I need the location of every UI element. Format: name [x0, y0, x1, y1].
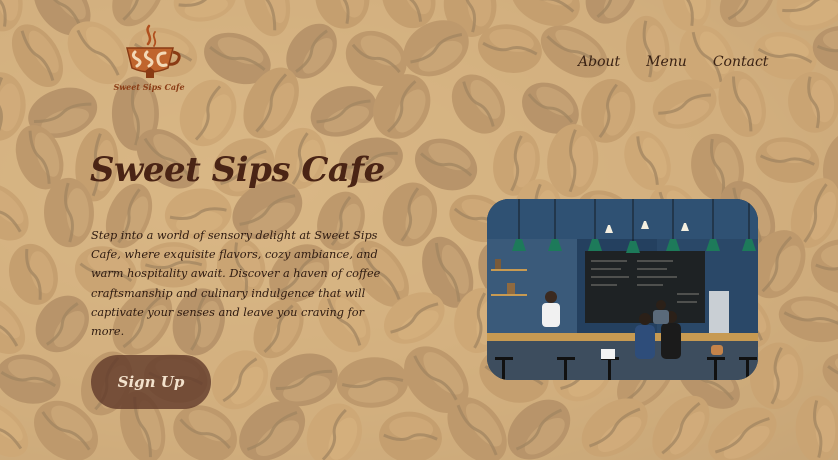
cafe-interior-photo: [487, 199, 758, 380]
nav-item-menu[interactable]: Menu: [633, 52, 700, 72]
nav-item-contact[interactable]: Contact: [700, 52, 782, 72]
logo-text: Sweet Sips Cafe: [113, 82, 185, 92]
sign-up-button[interactable]: Sign Up: [91, 355, 211, 409]
cafe-interior-illustration: [487, 199, 758, 380]
nav-item-about[interactable]: About: [565, 52, 633, 72]
cafe-logo-icon: [126, 24, 181, 78]
cafe-logo[interactable]: Sweet Sips Cafe: [113, 22, 185, 98]
hero-title: Sweet Sips Cafe: [90, 150, 385, 190]
hero-description: Step into a world of sensory delight at …: [91, 229, 381, 339]
main-nav: About Menu Contact: [565, 52, 781, 72]
